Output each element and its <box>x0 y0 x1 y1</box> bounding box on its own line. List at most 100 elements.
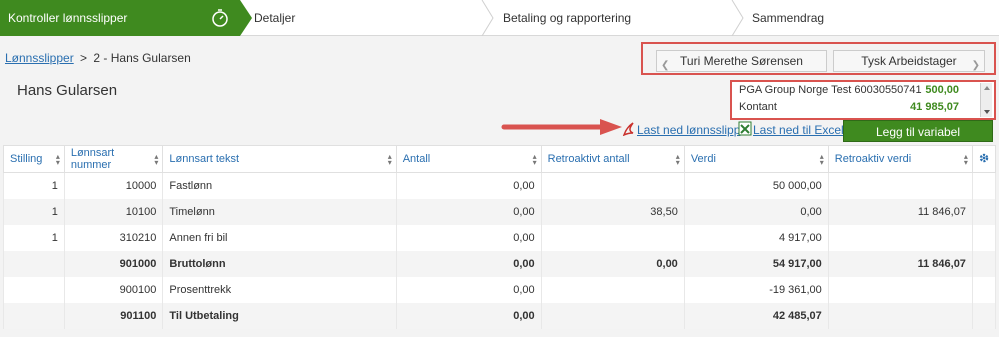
cell-spacer <box>971 198 997 225</box>
sort-icon: ▴ ▾ <box>675 152 680 167</box>
cell-retro-antall <box>540 302 685 329</box>
breadcrumb-current: 2 - Hans Gularsen <box>93 51 191 65</box>
cell-spacer <box>971 302 997 329</box>
cell-retro-verdi <box>827 302 973 329</box>
wizard-step-betaling[interactable]: Betaling og rapportering <box>503 11 631 25</box>
cell-tekst: Til Utbetaling <box>162 302 397 329</box>
cell-retro-antall: 38,50 <box>540 198 685 225</box>
cell-antall: 0,00 <box>395 198 542 225</box>
cell-nummer: 310210 <box>63 224 164 251</box>
cell-retro-verdi: 11 846,07 <box>827 198 973 225</box>
wizard-step-detaljer[interactable]: Detaljer <box>254 11 295 25</box>
table-row[interactable]: 1 310210 Annen fri bil 0,00 4 917,00 <box>3 224 997 251</box>
cell-stilling: 1 <box>3 172 65 199</box>
table-row[interactable]: 1 10100 Timelønn 0,00 38,50 0,00 11 846,07 <box>3 198 997 225</box>
cell-retro-antall <box>540 224 685 251</box>
next-employee-label: Tysk Arbeidstager <box>861 54 957 68</box>
wizard-step-label: Kontroller lønnsslipper <box>8 11 128 25</box>
chevron-right-icon: ❯ <box>971 60 980 71</box>
account-scrollbar[interactable] <box>980 83 992 117</box>
column-header-retro-antall[interactable]: Retroaktivt antall ▴ ▾ <box>540 145 685 173</box>
account-name: Kontant <box>739 101 777 113</box>
cell-tekst: Annen fri bil <box>162 224 397 251</box>
cell-retro-verdi: 11 846,07 <box>827 250 973 277</box>
cell-stilling <box>3 276 65 303</box>
sort-icon: ▴ ▾ <box>387 152 392 167</box>
cell-spacer <box>971 224 997 251</box>
cell-spacer <box>971 172 997 199</box>
page-title: Hans Gularsen <box>17 82 118 99</box>
column-header-nummer[interactable]: Lønnsart nummer ▴ ▾ <box>63 145 164 173</box>
wizard-separator <box>731 0 744 36</box>
cell-antall: 0,00 <box>395 224 542 251</box>
cell-antall: 0,00 <box>395 276 542 303</box>
sort-icon: ▴ ▾ <box>154 152 159 167</box>
table-row[interactable]: 901000 Bruttolønn 0,00 0,00 54 917,00 11 846,… <box>3 250 997 277</box>
column-header-antall[interactable]: Antall ▴ ▾ <box>395 145 542 173</box>
wizard-step-kontroller[interactable]: Kontroller lønnsslipper <box>0 0 252 36</box>
cell-stilling: 1 <box>3 198 65 225</box>
account-value: 500,00 <box>925 84 959 96</box>
sort-icon: ▴ ▾ <box>532 152 537 167</box>
cell-nummer: 901000 <box>63 250 164 277</box>
cell-verdi: 0,00 <box>683 198 829 225</box>
table-header-row: Stilling ▴ ▾ Lønnsart nummer ▴ ▾ Lønnsart te… <box>3 145 997 173</box>
sort-icon: ▴ ▾ <box>963 152 968 167</box>
cell-verdi: 50 000,00 <box>683 172 829 199</box>
cell-retro-verdi <box>827 224 973 251</box>
column-header-retro-verdi[interactable]: Retroaktiv verdi ▴ ▾ <box>827 145 973 173</box>
payslip-table: Stilling ▴ ▾ Lønnsart nummer ▴ ▾ Lønnsart te… <box>3 145 997 329</box>
breadcrumb-separator: > <box>80 51 88 65</box>
add-variable-transaction-button[interactable]: Legg til variabel transaksjon <box>843 120 993 161</box>
cell-retro-verdi <box>827 276 973 303</box>
account-value: 41 985,07 <box>910 101 959 113</box>
cell-tekst: Prosenttrekk <box>162 276 397 303</box>
cell-antall: 0,00 <box>395 172 542 199</box>
cell-stilling <box>3 302 65 329</box>
chevron-left-icon: ❮ <box>661 60 670 71</box>
cell-stilling: 1 <box>3 224 65 251</box>
excel-icon <box>738 121 752 136</box>
prev-employee-button[interactable]: ❮ Turi Merethe Sørensen <box>656 50 827 72</box>
stopwatch-icon <box>212 9 228 27</box>
cell-retro-antall: 0,00 <box>540 250 685 277</box>
cell-stilling <box>3 250 65 277</box>
cell-retro-verdi <box>827 172 973 199</box>
column-header-verdi[interactable]: Verdi ▴ ▾ <box>683 145 829 173</box>
breadcrumb: Lønnsslipper > 2 - Hans Gularsen <box>5 51 191 65</box>
breadcrumb-link[interactable]: Lønnsslipper <box>5 51 74 65</box>
column-header-stilling[interactable]: Stilling ▴ ▾ <box>3 145 65 173</box>
wizard-step-sammendrag[interactable]: Sammendrag <box>752 11 824 25</box>
sort-icon: ▴ ▾ <box>819 152 824 167</box>
cell-retro-antall <box>540 172 685 199</box>
gear-icon[interactable] <box>971 145 997 173</box>
cell-nummer: 900100 <box>63 276 164 303</box>
sort-icon: ▴ ▾ <box>55 152 60 167</box>
annotation-arrow-icon <box>501 119 622 135</box>
cell-verdi: 54 917,00 <box>683 250 829 277</box>
cell-nummer: 10000 <box>63 172 164 199</box>
download-payslip-link[interactable]: Last ned lønnsslipp <box>637 123 740 137</box>
cell-antall: 0,00 <box>395 250 542 277</box>
table-row[interactable]: 1 10000 Fastlønn 0,00 50 000,00 <box>3 172 997 199</box>
scroll-arrows-icon <box>984 86 990 114</box>
cell-nummer: 10100 <box>63 198 164 225</box>
wizard-bar: Kontroller lønnsslipper Detaljer Betalin… <box>0 0 999 36</box>
download-excel-link[interactable]: Last ned til Excel <box>753 123 844 137</box>
account-name: PGA Group Norge Test 60030550741 <box>739 84 922 96</box>
table-row[interactable]: 901100 Til Utbetaling 0,00 42 485,07 <box>3 302 997 329</box>
pdf-icon <box>622 122 634 136</box>
cell-nummer: 901100 <box>63 302 164 329</box>
cell-verdi: 42 485,07 <box>683 302 829 329</box>
next-employee-button[interactable]: Tysk Arbeidstager ❯ <box>833 50 985 72</box>
table-row[interactable]: 900100 Prosenttrekk 0,00 -19 361,00 <box>3 276 997 303</box>
cell-tekst: Bruttolønn <box>162 250 397 277</box>
cell-antall: 0,00 <box>395 302 542 329</box>
cell-retro-antall <box>540 276 685 303</box>
cell-tekst: Fastlønn <box>162 172 397 199</box>
column-header-tekst[interactable]: Lønnsart tekst ▴ ▾ <box>162 145 397 173</box>
wizard-separator <box>481 0 494 36</box>
cell-verdi: -19 361,00 <box>683 276 829 303</box>
cell-verdi: 4 917,00 <box>683 224 829 251</box>
prev-employee-label: Turi Merethe Sørensen <box>680 54 803 68</box>
